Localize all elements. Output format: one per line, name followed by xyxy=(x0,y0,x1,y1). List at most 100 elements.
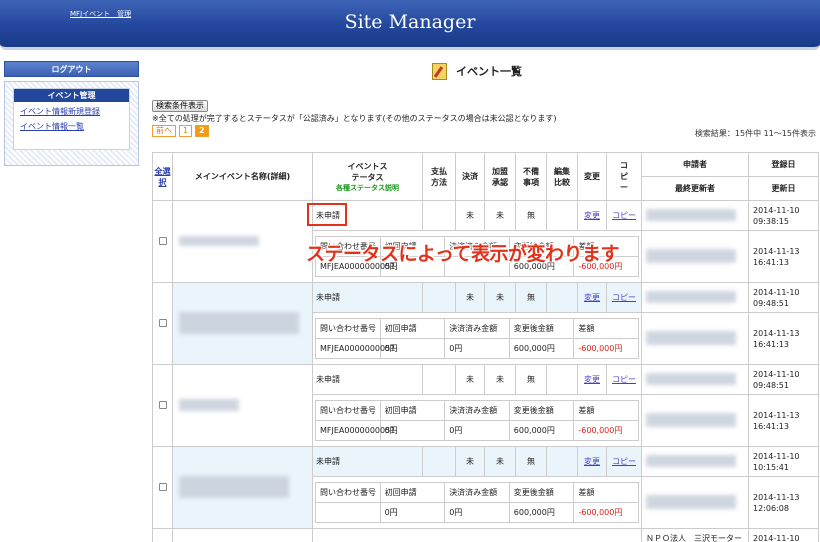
registered-date: 2014-11-10 xyxy=(753,451,800,461)
change-link[interactable]: 変更 xyxy=(584,293,600,302)
payment-detail-cell: 問い合わせ番号 初回申請 決済済み金額 変更後金額 差額 0円 0円 600,000円 -60… xyxy=(312,476,642,529)
approval-status: 未 xyxy=(484,446,516,477)
edit-compare-label: 編集比較 xyxy=(554,166,570,187)
payment-method xyxy=(422,282,456,313)
row-checkbox[interactable] xyxy=(158,482,167,491)
annotation-callout: ステータスによって表示が変わります xyxy=(306,243,619,265)
copy-link[interactable]: コピー xyxy=(612,375,636,384)
edit-compare xyxy=(546,364,578,395)
changed-amount: 600,000円 xyxy=(508,420,575,441)
row-checkbox-cell xyxy=(152,364,173,447)
registered-date: 2014-11-10 xyxy=(748,528,819,542)
diff-amount: -600,000円 xyxy=(573,502,639,523)
updated-cell: 2014-11-13 16:41:13 xyxy=(748,312,819,365)
event-name-cell[interactable] xyxy=(172,528,313,542)
copy-link[interactable]: コピー xyxy=(612,457,636,466)
changed-amount: 600,000円 xyxy=(508,338,575,359)
copy-label: コピー xyxy=(620,161,628,192)
settlement-status: 未 xyxy=(455,200,485,231)
status-help-link[interactable]: 各種ステータス説明 xyxy=(313,183,422,193)
event-name-cell[interactable] xyxy=(172,282,313,365)
registered-header: 登録日 xyxy=(748,152,819,177)
defect-header: 不備事項 xyxy=(515,152,547,201)
status-header: イベントステータス 各種ステータス説明 xyxy=(312,152,423,201)
row-checkbox[interactable] xyxy=(158,400,167,409)
row-checkbox[interactable] xyxy=(158,318,167,327)
defect-status: 無 xyxy=(515,446,547,477)
updated-time: 16:41:13 xyxy=(753,339,789,349)
settled-header: 決済済み金額 xyxy=(444,482,510,503)
event-name-cell[interactable] xyxy=(172,446,313,529)
change-link[interactable]: 変更 xyxy=(584,457,600,466)
diff-amount: -600,000円 xyxy=(573,338,639,359)
updated-date: 2014-11-13 xyxy=(753,328,800,338)
copy-cell: コピー xyxy=(606,446,642,477)
site-title: Site Manager xyxy=(344,11,476,33)
updated-date: 2014-11-13 xyxy=(753,410,800,420)
changed-amount: 600,000円 xyxy=(508,502,575,523)
payment-method xyxy=(422,446,456,477)
status-header-label: イベントステータス xyxy=(347,161,388,182)
sidebar-item-event-list[interactable]: イベント情報一覧 xyxy=(14,117,129,132)
name-header: メインイベント名称(詳細) xyxy=(172,152,313,201)
defect-status: 無 xyxy=(515,364,547,395)
last-updater-cell xyxy=(641,312,749,365)
copy-link[interactable]: コピー xyxy=(612,293,636,302)
sidebar: ログアウト イベント管理 イベント情報新規登録 イベント情報一覧 xyxy=(4,61,139,166)
change-link[interactable]: 変更 xyxy=(584,211,600,220)
row-checkbox-cell xyxy=(152,446,173,529)
updated-time: 16:41:13 xyxy=(753,257,789,267)
inquiry-number xyxy=(315,502,381,523)
row-checkbox[interactable] xyxy=(158,236,167,245)
app-header: MFJイベント 管理 Site Manager xyxy=(0,0,820,50)
payment-method-label: 支払方法 xyxy=(431,166,447,187)
first-apply-amount: 0円 xyxy=(379,338,446,359)
copy-cell: コピー xyxy=(606,282,642,313)
inquiry-header: 問い合わせ番号 xyxy=(315,400,381,421)
payment-method-header: 支払方法 xyxy=(422,152,456,201)
change-header: 変更 xyxy=(577,152,607,201)
approval-status: 未 xyxy=(484,200,516,231)
updated-cell: 2014-11-13 12:06:08 xyxy=(748,476,819,529)
event-status: 未申請 xyxy=(312,282,423,313)
updated-date: 2014-11-13 xyxy=(753,246,800,256)
payment-detail-cell: 問い合わせ番号 初回申請 決済済み金額 変更後金額 差額 MFJEA0000000051… xyxy=(312,312,642,365)
diff-header: 差額 xyxy=(573,482,639,503)
change-cell: 変更 xyxy=(577,364,607,395)
payment-method xyxy=(422,200,456,231)
logout-button[interactable]: ログアウト xyxy=(4,61,139,77)
settled-amount: 0円 xyxy=(444,420,510,441)
show-search-button[interactable]: 検索条件表示 xyxy=(152,100,208,112)
pager-page-1[interactable]: 1 xyxy=(179,125,193,137)
pager-prev[interactable]: 前へ xyxy=(152,125,176,137)
edit-compare xyxy=(546,446,578,477)
inquiry-header: 問い合わせ番号 xyxy=(315,482,381,503)
edit-compare xyxy=(546,282,578,313)
first-apply-amount: 0円 xyxy=(379,502,446,523)
sidebar-menu-panel: イベント管理 イベント情報新規登録 イベント情報一覧 xyxy=(13,88,130,150)
first-apply-header: 初回申請 xyxy=(379,400,446,421)
event-status: 未申請 xyxy=(312,446,423,477)
diff-header: 差額 xyxy=(573,400,639,421)
applicant-header: 申請者 xyxy=(641,152,749,177)
event-name-cell[interactable] xyxy=(172,200,313,283)
updated-cell: 2014-11-13 16:41:13 xyxy=(748,394,819,447)
row-checkbox-cell xyxy=(152,528,173,542)
select-all-link[interactable]: 全選択 xyxy=(155,167,171,187)
page-title-text: イベント一覧 xyxy=(456,65,522,78)
first-apply-amount: 0円 xyxy=(379,420,446,441)
event-name-cell[interactable] xyxy=(172,364,313,447)
page-title: イベント一覧 xyxy=(432,62,522,80)
inquiry-number: MFJEA0000000051 xyxy=(315,338,395,359)
change-link[interactable]: 変更 xyxy=(584,375,600,384)
copy-link[interactable]: コピー xyxy=(612,211,636,220)
pager-page-2: 2 xyxy=(195,125,209,137)
updated-header: 更新日 xyxy=(748,176,819,201)
defect-label: 不備事項 xyxy=(523,166,539,187)
last-updater-header: 最終更新者 xyxy=(641,176,749,201)
row-checkbox-cell xyxy=(152,200,173,283)
sidebar-item-new-event[interactable]: イベント情報新規登録 xyxy=(14,102,129,117)
inquiry-number: MFJEA0000000051 xyxy=(315,420,395,441)
registered-date: 2014-11-10 xyxy=(753,369,800,379)
last-updater-cell xyxy=(641,394,749,447)
